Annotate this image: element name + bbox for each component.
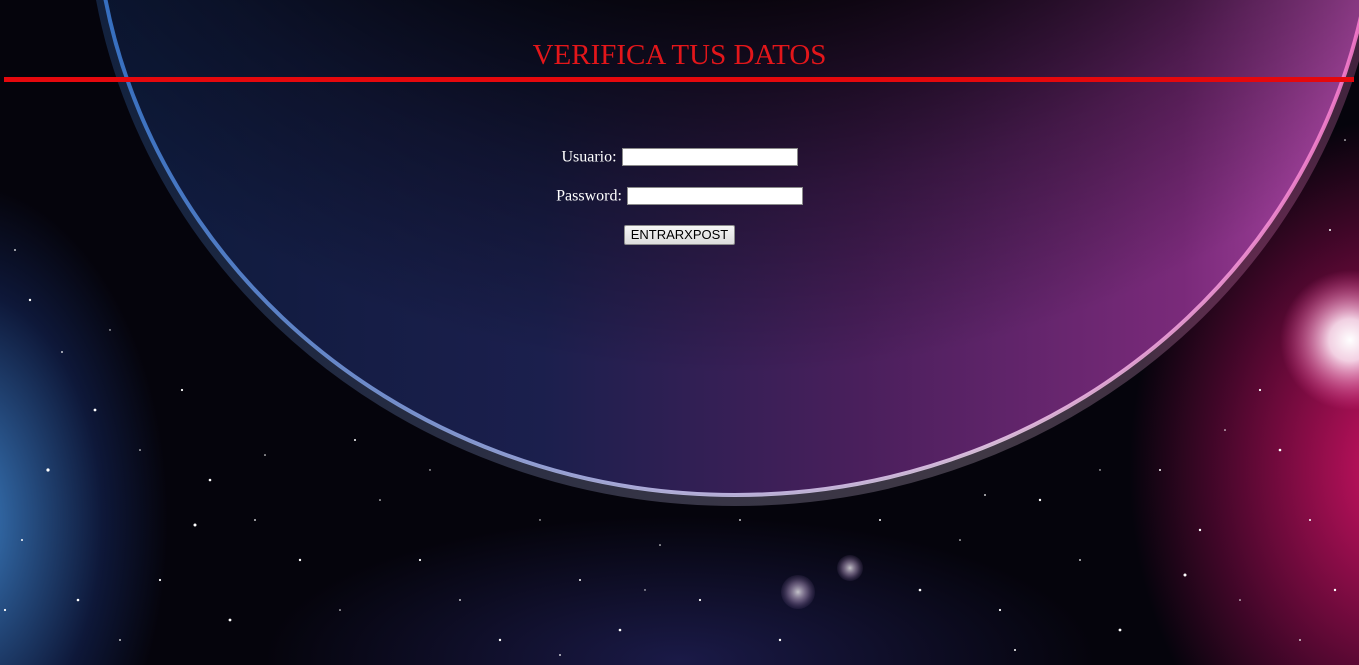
username-label: Usuario: (561, 148, 617, 166)
header: VERIFICA TUS DATOS (0, 0, 1359, 82)
password-input[interactable] (626, 187, 803, 206)
submit-button[interactable]: ENTRARXPOST (623, 224, 736, 245)
username-input[interactable] (621, 148, 798, 167)
password-label: Password: (556, 187, 622, 205)
title-divider (4, 77, 1354, 82)
lens-flare (1280, 270, 1359, 410)
login-form: Usuario: Password: ENTRARXPOST (0, 146, 1359, 263)
submit-row: ENTRARXPOST (0, 224, 1359, 246)
password-row: Password: (0, 185, 1359, 207)
light-orb (781, 575, 815, 609)
page: VERIFICA TUS DATOS Usuario: Password: EN… (0, 0, 1359, 665)
light-orb (837, 555, 863, 581)
space-planet-background (3, 0, 1359, 656)
page-title: VERIFICA TUS DATOS (532, 39, 827, 71)
username-row: Usuario: (0, 146, 1359, 168)
